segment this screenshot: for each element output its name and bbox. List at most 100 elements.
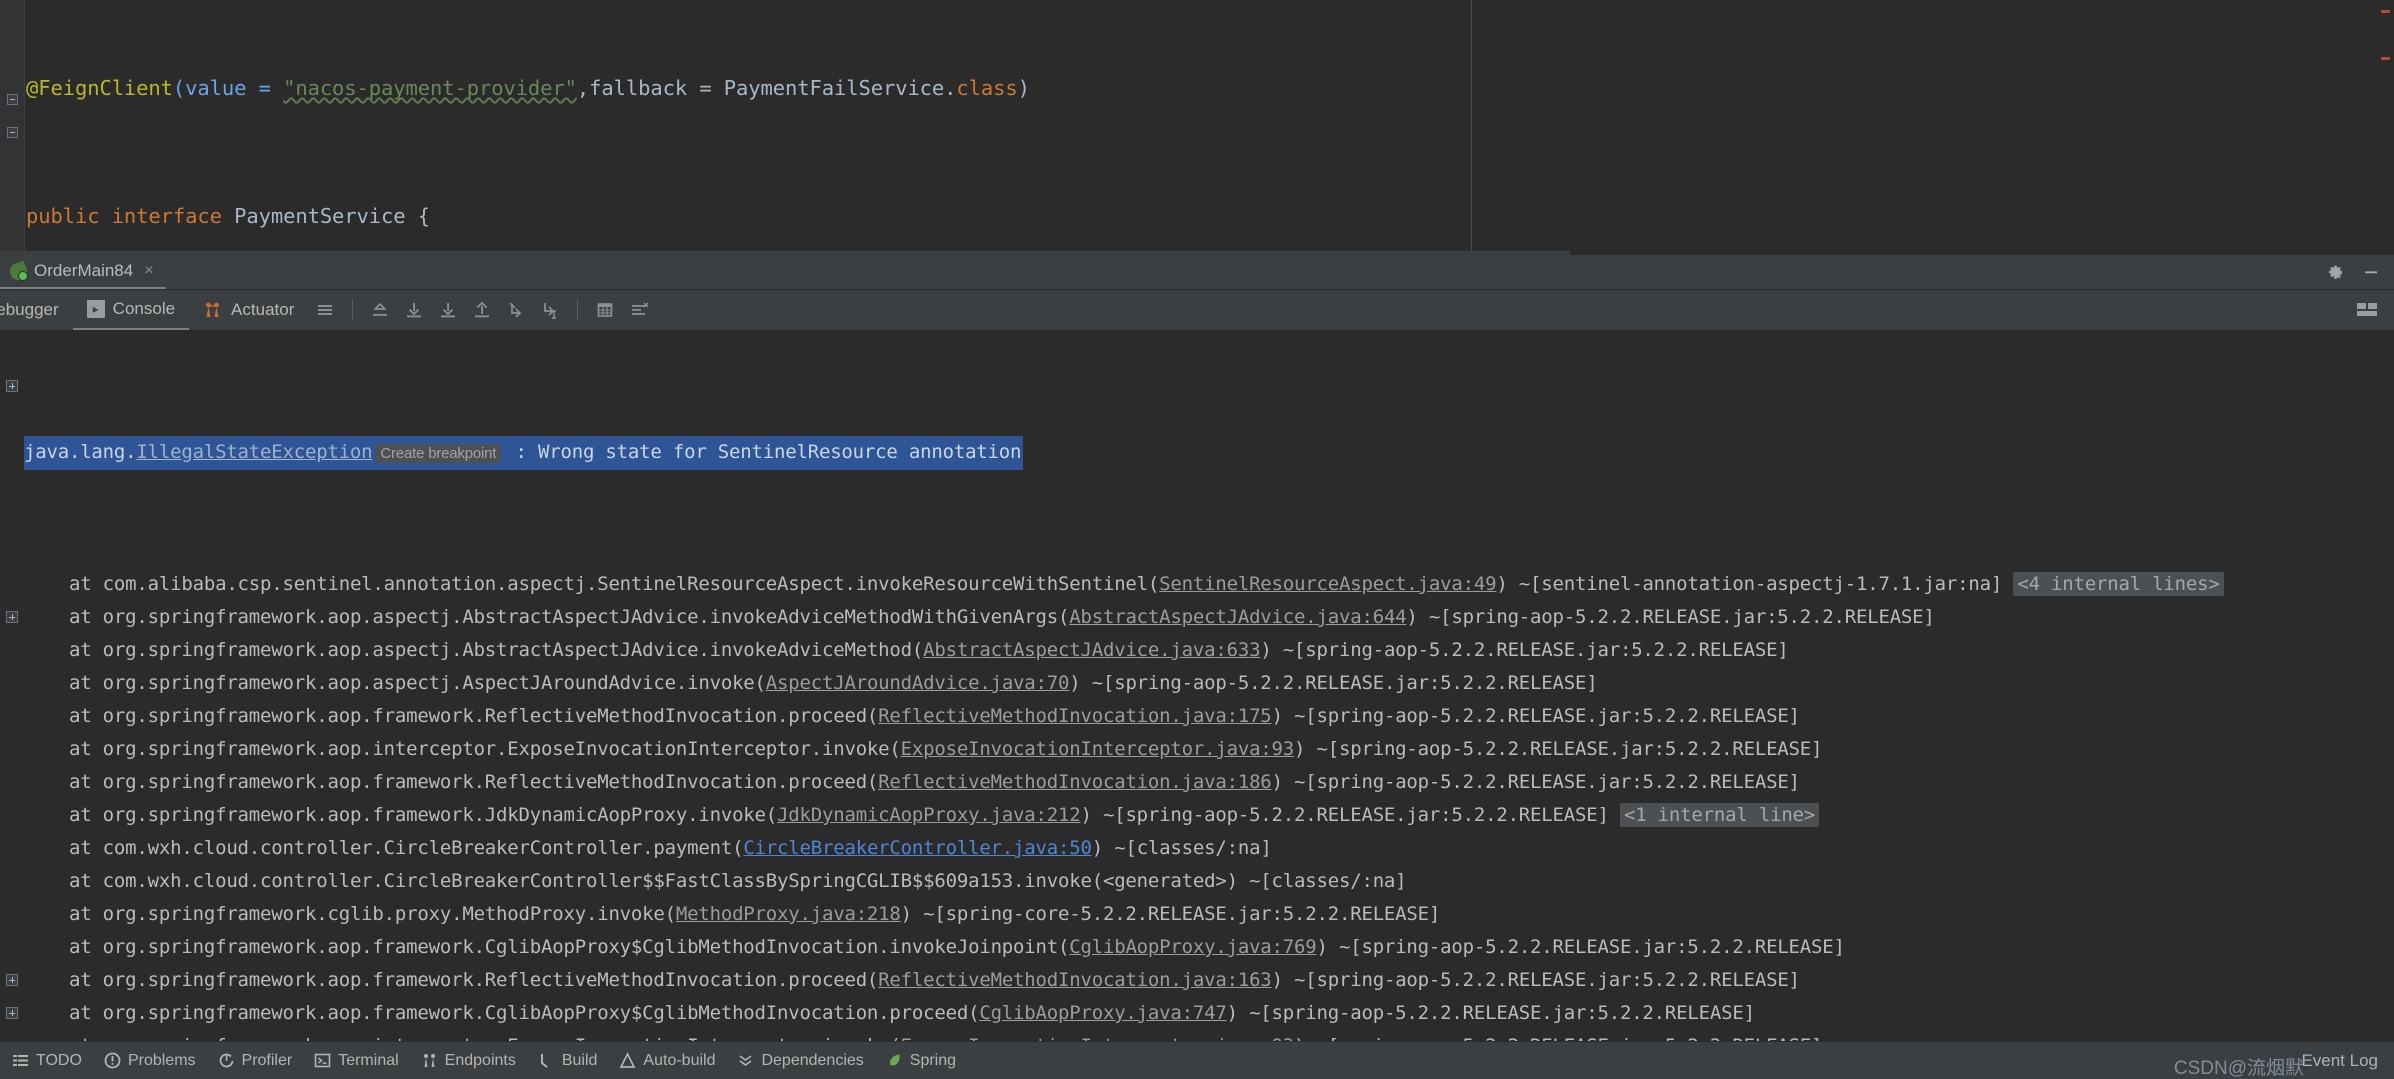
spring-icon [889,1054,900,1066]
status-item-label: Endpoints [444,1051,516,1069]
run-tab-ordermain84[interactable]: OrderMain84 × [0,255,166,289]
console-stack-frame[interactable]: at org.springframework.aop.framework.Jdk… [24,799,2394,832]
console-stack-frame[interactable]: at org.springframework.aop.aspectj.Aspec… [24,667,2394,700]
source-location-link[interactable]: AbstractAspectJAdvice.java:644 [1069,606,1406,628]
status-item-label: Dependencies [761,1051,864,1069]
frame-tail: ) ~[sentinel-annotation-aspectj-1.7.1.ja… [1496,573,2014,595]
auto-build-icon [620,1052,636,1068]
create-breakpoint-badge[interactable]: Create breakpoint [375,444,502,463]
tab-debugger[interactable]: Debugger [0,290,73,330]
console-stack-frame[interactable]: at org.springframework.aop.interceptor.E… [24,1030,2394,1041]
status-item-dependencies[interactable]: Dependencies [737,1051,864,1070]
source-location-link[interactable]: ReflectiveMethodInvocation.java:175 [878,705,1272,727]
status-item-problems[interactable]: Problems [104,1052,196,1070]
console-stack-frame[interactable]: at org.springframework.aop.framework.Cgl… [24,997,2394,1030]
source-location-link[interactable]: SentinelResourceAspect.java:49 [1159,573,1496,595]
frame-tail: ) ~[spring-aop-5.2.2.RELEASE.jar:5.2.2.R… [1271,771,1800,793]
event-log-button[interactable]: Event Log [2301,1051,2378,1071]
fold-marker-icon[interactable] [7,127,18,138]
console-stack-frame[interactable]: at org.springframework.aop.aspectj.Abstr… [24,601,2394,634]
console-gutter [0,331,24,1041]
console-stack-frame[interactable]: at org.springframework.aop.framework.Ref… [24,766,2394,799]
exception-class-link[interactable]: IllegalStateException [136,441,372,463]
status-item-endpoints[interactable]: Endpoints [421,1052,516,1070]
step-out-icon[interactable] [363,293,397,327]
console-stack-frame[interactable]: at org.springframework.cglib.proxy.Metho… [24,898,2394,931]
status-item-spring[interactable]: Spring [886,1052,956,1070]
source-location-link[interactable]: CircleBreakerController.java:50 [743,837,1092,859]
internal-lines-badge[interactable]: <4 internal lines> [2013,572,2224,596]
frame-text: at org.springframework.aop.framework.Cgl… [68,936,1070,958]
console-stack-frame[interactable]: at com.alibaba.csp.sentinel.annotation.a… [24,568,2394,601]
source-location-link[interactable]: JdkDynamicAopProxy.java:212 [777,804,1081,826]
source-location-link[interactable]: ExposeInvocationInterceptor.java:93 [901,738,1295,760]
source-location-link[interactable]: AspectJAroundAdvice.java:70 [766,672,1070,694]
fold-marker-icon[interactable] [7,94,18,105]
gear-icon[interactable] [2326,263,2344,281]
console-stack-frame[interactable]: at org.springframework.aop.aspectj.Abstr… [24,634,2394,667]
frame-tail: ) ~[spring-aop-5.2.2.RELEASE.jar:5.2.2.R… [1069,672,1598,694]
frame-tail: ) ~[classes/:na] [1091,837,1272,859]
console-stack-frame[interactable]: at org.springframework.aop.interceptor.E… [24,733,2394,766]
editor-content[interactable]: @FeignClient(value = "nacos-payment-prov… [24,0,2394,255]
console-stack-frame[interactable]: at com.wxh.cloud.controller.CircleBreake… [24,865,2394,898]
expand-frames-icon[interactable] [6,974,18,986]
status-item-terminal[interactable]: Terminal [314,1051,399,1070]
exception-header[interactable]: java.lang.IllegalStateException Create br… [24,436,1024,470]
expand-frames-icon[interactable] [6,380,18,392]
console-icon: ▸ [86,300,105,318]
mute-breakpoints-icon[interactable] [622,293,656,327]
source-location-link[interactable]: AbstractAspectJAdvice.java:633 [923,639,1260,661]
step-over-icon[interactable] [397,293,431,327]
step-out-frame-icon[interactable] [499,293,533,327]
step-into-icon[interactable] [431,293,465,327]
terminal-icon [314,1053,331,1068]
console-stack-frame[interactable]: at org.springframework.aop.framework.Cgl… [24,931,2394,964]
status-item-todo[interactable]: TODO [12,1052,82,1070]
source-location-link[interactable]: ReflectiveMethodInvocation.java:186 [878,771,1272,793]
source-location-link[interactable]: ReflectiveMethodInvocation.java:163 [878,969,1272,991]
status-item-label: Auto-build [643,1051,716,1069]
frame-text: at org.springframework.aop.aspectj.Abstr… [68,606,1070,628]
tab-actuator[interactable]: Actuator [189,290,308,330]
status-item-build[interactable]: Build [538,1052,597,1070]
tab-console-label: Console [112,299,176,318]
source-location-link[interactable]: MethodProxy.java:218 [676,903,901,925]
internal-lines-badge[interactable]: <1 internal line> [1619,803,1820,827]
editor-gutter[interactable] [0,0,25,255]
console-exception-line[interactable]: java.lang.IllegalStateException Create br… [24,436,2394,470]
console-stack-frame[interactable]: at com.wxh.cloud.controller.CircleBreake… [24,832,2394,865]
force-step-into-icon[interactable] [465,293,499,327]
tab-console[interactable]: ▸ Console [72,290,190,330]
run-to-cursor-icon[interactable] [533,293,567,327]
expand-frames-icon[interactable] [6,611,18,623]
console-stack-frame[interactable]: at org.springframework.aop.framework.Ref… [24,700,2394,733]
status-item-profiler[interactable]: Profiler [218,1052,292,1070]
source-location-link[interactable]: CglibAopProxy.java:769 [1069,936,1316,958]
code-editor[interactable]: @FeignClient(value = "nacos-payment-prov… [0,0,2394,255]
toolbar-separator [352,299,354,321]
spring-boot-running-icon [10,263,28,281]
close-icon[interactable]: × [144,263,153,279]
expand-frames-icon[interactable] [6,1007,18,1019]
console-text[interactable]: java.lang.IllegalStateException Create br… [24,331,2394,1041]
run-tab-bar: OrderMain84 × [0,255,2394,290]
status-item-auto-build[interactable]: Auto-build [619,1052,715,1070]
watermark-text: CSDN@流烟默 [2173,1057,2304,1079]
console-view-icon[interactable] [308,293,342,327]
console-output-panel[interactable]: java.lang.IllegalStateException Create br… [0,331,2394,1041]
frame-tail: ) ~[spring-aop-5.2.2.RELEASE.jar:5.2.2.R… [1080,804,1620,826]
problems-icon [104,1052,121,1069]
evaluate-icon[interactable] [588,293,622,327]
settings-icon[interactable] [2350,293,2384,327]
source-location-link[interactable]: CglibAopProxy.java:747 [979,1002,1226,1024]
console-stack-frame[interactable]: at org.springframework.aop.framework.Ref… [24,964,2394,997]
tab-actuator-label: Actuator [231,300,295,319]
status-item-label: Terminal [338,1051,399,1069]
minimize-icon[interactable] [2362,263,2380,281]
